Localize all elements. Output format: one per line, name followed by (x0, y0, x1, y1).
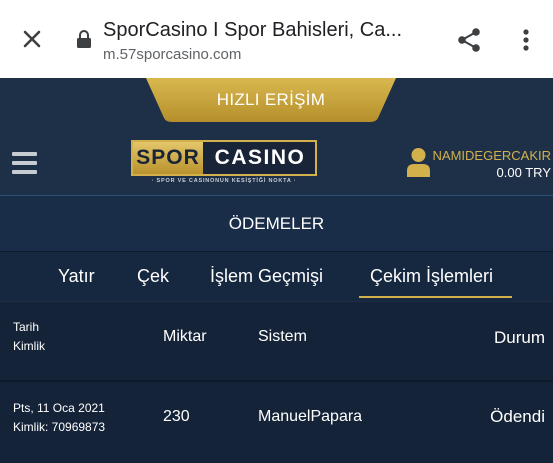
section-title: ÖDEMELER (228, 214, 325, 233)
share-icon[interactable] (456, 27, 482, 53)
header-id: Kimlik (13, 339, 45, 353)
site-logo[interactable]: SPOR CASINO · SPOR VE CASINONUN KESİŞTİĞ… (131, 140, 317, 188)
logo-casino-text: CASINO (214, 146, 306, 169)
logo-frame: SPOR CASINO (131, 140, 317, 176)
tab-withdrawal-transactions[interactable]: Çekim İşlemleri (370, 266, 493, 287)
close-icon[interactable] (20, 27, 44, 51)
browser-toolbar: SporCasino I Spor Bahisleri, Ca... m.57s… (0, 0, 553, 78)
page-url[interactable]: m.57sporcasino.com (103, 46, 241, 63)
row-date: Pts, 11 Oca 2021 (13, 401, 105, 415)
tab-withdraw[interactable]: Çek (137, 266, 169, 287)
row-id: Kimlik: 70969873 (13, 420, 106, 434)
quick-access-button[interactable]: HIZLI ERİŞİM (146, 78, 396, 122)
username-label[interactable]: NAMIDEGERCAKIR (433, 148, 551, 163)
table-row[interactable]: Pts, 11 Oca 2021 Kimlik: 70969873 230 Ma… (0, 384, 553, 463)
logo-spor-text: SPOR (133, 142, 203, 174)
row-system: ManuelPapara (258, 408, 363, 425)
table-header-row: Tarih Kimlik Miktar Sistem Durum (0, 302, 553, 382)
more-vert-icon[interactable] (516, 28, 536, 52)
quick-access-label: HIZLI ERİŞİM (216, 90, 326, 109)
header-amount: Miktar (163, 328, 207, 345)
row-amount: 230 (163, 408, 190, 425)
page-title[interactable]: SporCasino I Spor Bahisleri, Ca... (103, 19, 433, 42)
header-status: Durum (493, 328, 545, 347)
section-header: ÖDEMELER (0, 195, 553, 251)
header-date: Tarih (13, 320, 40, 334)
logo-tagline: · SPOR VE CASINONUN KESİŞTİĞİ NOKTA · (151, 178, 297, 184)
tab-transaction-history[interactable]: İşlem Geçmişi (210, 266, 323, 287)
balance-label: 0.00 TRY (496, 165, 551, 180)
payment-tabs: Yatır Çek İşlem Geçmişi Çekim İşlemleri (0, 251, 553, 301)
tab-deposit[interactable]: Yatır (58, 266, 95, 287)
active-tab-indicator (359, 296, 512, 298)
row-status: Ödendi (490, 407, 545, 426)
user-icon[interactable] (406, 147, 431, 177)
withdrawals-table: Tarih Kimlik Miktar Sistem Durum Pts, 11… (0, 302, 553, 463)
hamburger-icon[interactable] (12, 152, 37, 176)
lock-icon (77, 30, 91, 48)
header-system: Sistem (258, 328, 307, 345)
